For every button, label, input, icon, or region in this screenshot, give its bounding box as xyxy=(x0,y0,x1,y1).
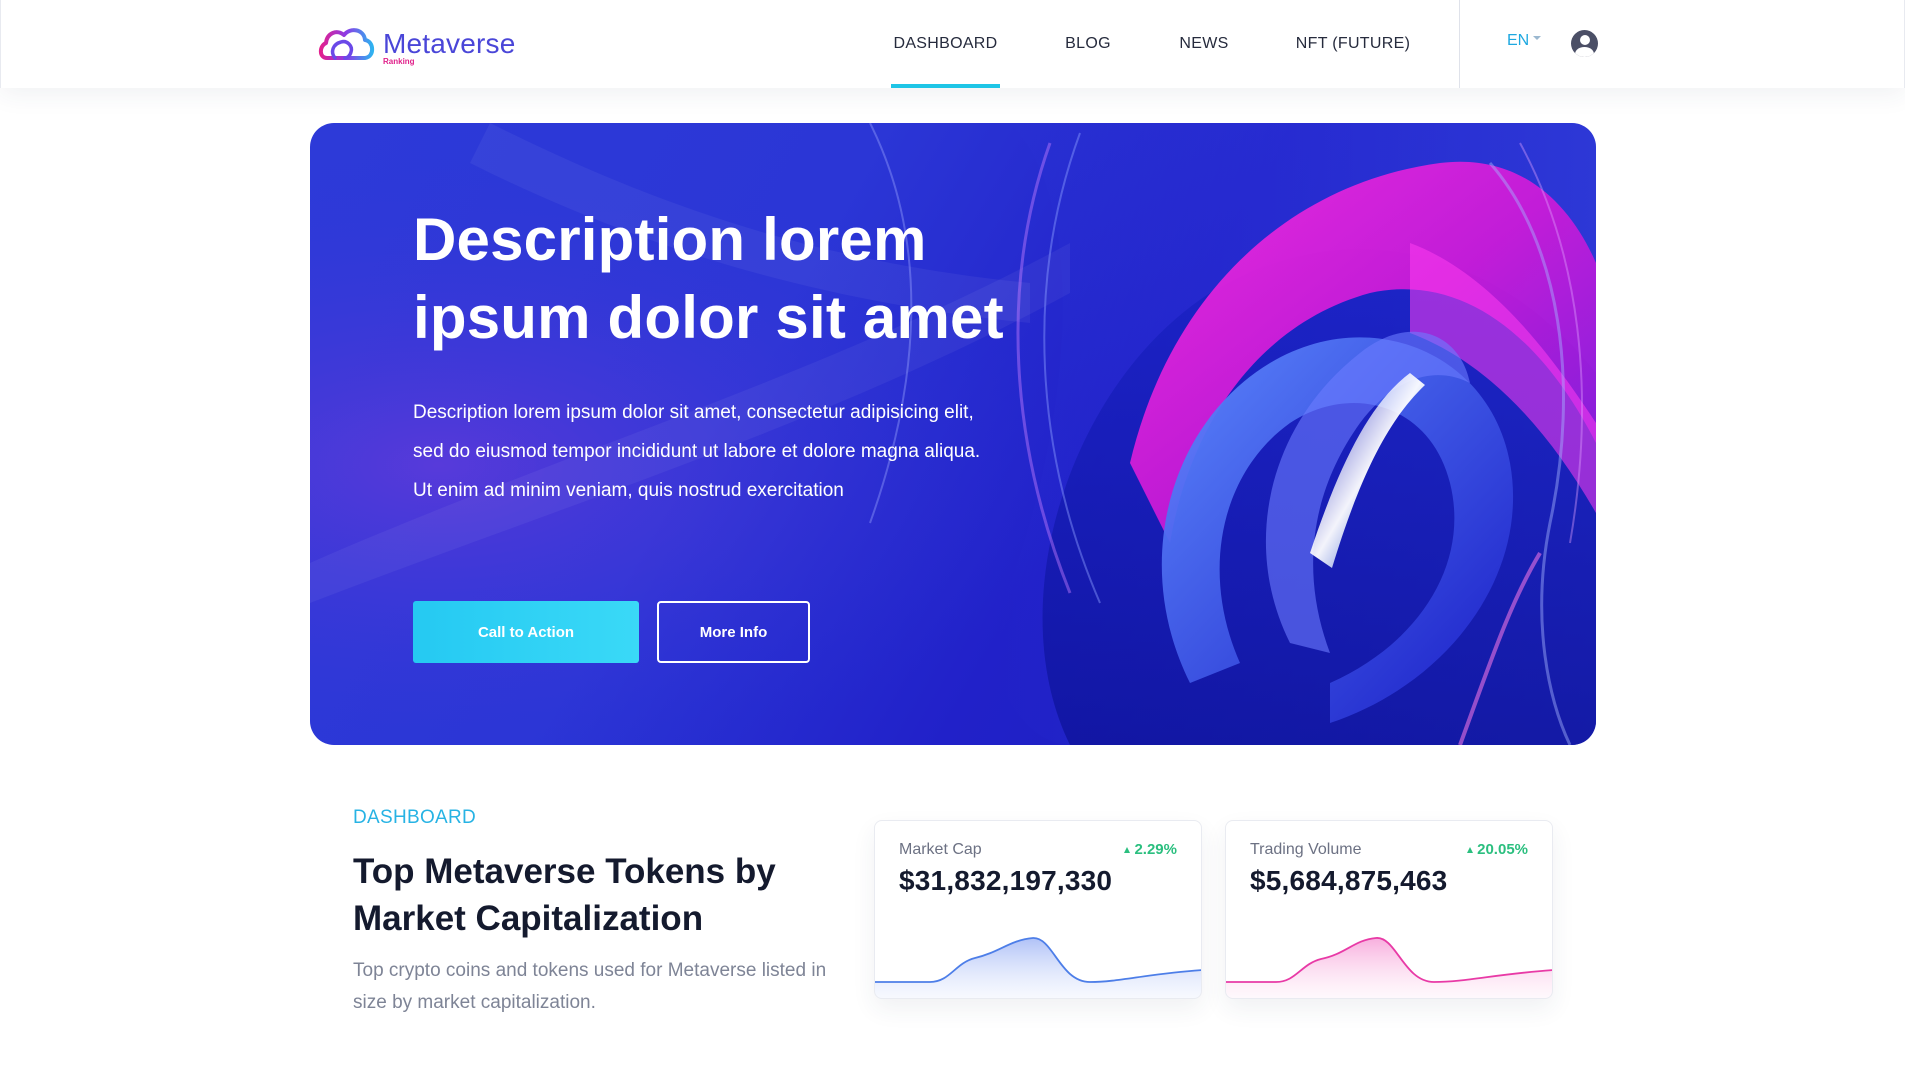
card-label: Market Cap xyxy=(899,841,982,858)
market-cap-card[interactable]: Market Cap 2.29% $31,832,197,330 xyxy=(874,820,1202,999)
hero-banner: Description lorem ipsum dolor sit amet D… xyxy=(310,123,1596,745)
brand-subtitle: Ranking xyxy=(383,57,415,66)
market-cap-sparkline xyxy=(875,937,1201,998)
more-info-button[interactable]: More Info xyxy=(657,601,810,663)
nav-news[interactable]: NEWS xyxy=(1171,0,1237,88)
card-label: Trading Volume xyxy=(1250,841,1362,858)
caret-down-icon xyxy=(1533,36,1542,40)
section-title: Top Metaverse Tokens by Market Capitaliz… xyxy=(353,852,776,938)
trading-volume-card[interactable]: Trading Volume 20.05% $5,684,875,463 xyxy=(1225,820,1553,999)
brand-logo-icon xyxy=(318,28,375,60)
brand-logo[interactable]: Metaverse Ranking xyxy=(317,22,516,66)
trading-volume-sparkline xyxy=(1226,937,1552,998)
card-value: $5,684,875,463 xyxy=(1250,865,1448,896)
trend-up-icon xyxy=(1467,846,1474,853)
card-value: $31,832,197,330 xyxy=(899,865,1113,896)
brand-name: Metaverse xyxy=(383,28,516,59)
nav-nft[interactable]: NFT (FUTURE) xyxy=(1291,0,1415,88)
trend-up-icon xyxy=(1124,846,1131,853)
user-avatar-icon[interactable] xyxy=(1571,30,1598,57)
header-divider xyxy=(1459,0,1460,88)
language-label: EN xyxy=(1507,32,1530,49)
card-change: 20.05% xyxy=(1467,841,1528,858)
card-change-value: 2.29% xyxy=(1134,841,1177,858)
nav-dashboard[interactable]: DASHBOARD xyxy=(891,0,1000,88)
card-change-value: 20.05% xyxy=(1477,841,1528,858)
card-change: 2.29% xyxy=(1124,841,1177,858)
hero-description: Description lorem ipsum dolor sit amet, … xyxy=(413,402,981,501)
call-to-action-button[interactable]: Call to Action xyxy=(413,601,639,663)
hero-title: Description lorem ipsum dolor sit amet xyxy=(413,206,1004,351)
nav-blog[interactable]: BLOG xyxy=(1053,0,1123,88)
language-selector[interactable]: EN xyxy=(1507,32,1542,50)
top-header: Metaverse Ranking DASHBOARD BLOG NEWS NF… xyxy=(0,0,1905,88)
section-description: Top crypto coins and tokens used for Met… xyxy=(353,960,827,1013)
section-eyebrow: DASHBOARD xyxy=(353,807,477,828)
